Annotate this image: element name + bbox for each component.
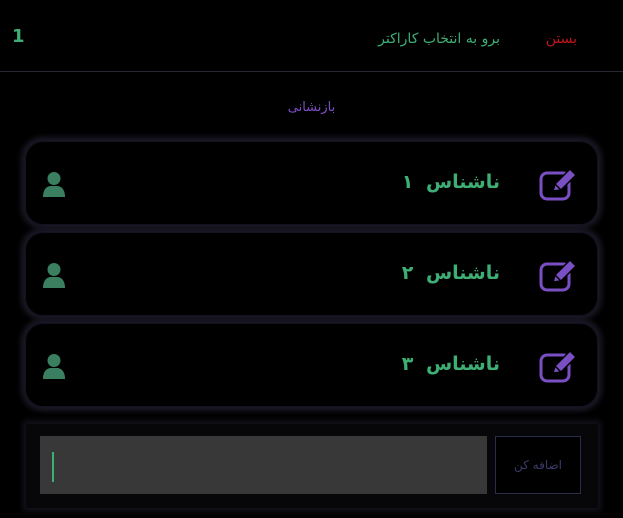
add-button[interactable]: اضافه کن (495, 436, 581, 494)
edit-icon[interactable] (539, 167, 579, 201)
character-number: ۱ (401, 171, 414, 193)
goto-character-select-link[interactable]: برو به انتخاب کاراکتر (378, 31, 500, 47)
character-list: ناشناس ۱ ناشناس ۲ ناشناس ۳ (25, 141, 598, 414)
character-name-label: ناشناس (425, 353, 500, 375)
character-number: ۲ (401, 262, 414, 284)
add-character-bar: اضافه کن (26, 424, 598, 508)
character-name: ناشناس ۱ (402, 171, 500, 193)
user-icon (42, 171, 66, 198)
text-caret (52, 452, 54, 482)
character-name: ناشناس ۲ (402, 262, 500, 284)
character-number: ۳ (401, 353, 414, 375)
character-name: ناشناس ۳ (402, 353, 500, 375)
edit-icon[interactable] (539, 349, 579, 383)
character-counter: 1 (12, 26, 25, 47)
close-button[interactable]: بستن (546, 31, 577, 47)
character-name-label: ناشناس (425, 262, 500, 284)
edit-icon[interactable] (539, 258, 579, 292)
character-card-3[interactable]: ناشناس ۳ (25, 323, 598, 407)
header-bar: 1 برو به انتخاب کاراکتر بستن (0, 8, 623, 72)
character-card-2[interactable]: ناشناس ۲ (25, 232, 598, 316)
user-icon (42, 353, 66, 380)
reset-button[interactable]: بازنشانی (0, 100, 623, 115)
user-icon (42, 262, 66, 289)
character-name-label: ناشناس (425, 171, 500, 193)
page: 1 برو به انتخاب کاراکتر بستن بازنشانی نا… (0, 0, 623, 518)
character-name-input[interactable] (40, 436, 487, 494)
character-card-1[interactable]: ناشناس ۱ (25, 141, 598, 225)
